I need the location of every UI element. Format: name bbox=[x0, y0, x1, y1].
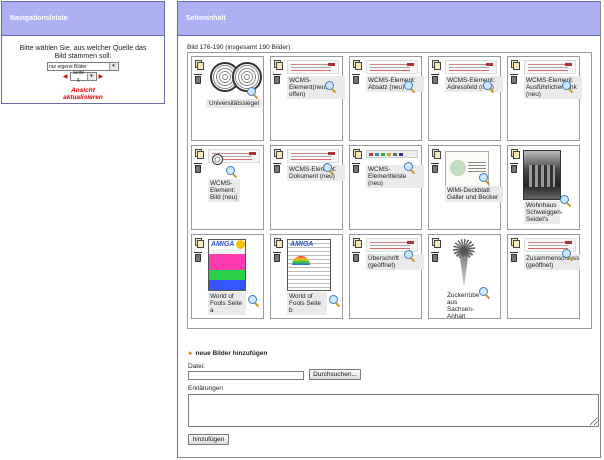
content-title: Seiteninhalt bbox=[178, 2, 600, 36]
image-caption: WCMS-Element: Dokument (neu) bbox=[287, 165, 345, 181]
chevron-down-icon: ▾ bbox=[109, 63, 117, 70]
navigation-title: Navigationsleiste bbox=[2, 2, 164, 36]
trash-icon[interactable] bbox=[273, 74, 281, 84]
refresh-view-link[interactable]: Ansicht aktualisieren bbox=[2, 87, 164, 101]
copy-icon[interactable] bbox=[274, 60, 283, 70]
next-page-icon[interactable]: ▶ bbox=[99, 73, 104, 81]
image-cell: WiMi-Deckblatt Galler und Becker bbox=[428, 145, 503, 230]
zoom-icon[interactable] bbox=[404, 250, 416, 263]
trash-icon[interactable] bbox=[352, 163, 360, 173]
zoom-icon[interactable] bbox=[404, 162, 416, 175]
zoom-icon[interactable] bbox=[560, 195, 572, 208]
file-label: Datei: bbox=[188, 363, 205, 370]
previous-page-icon[interactable]: ◀ bbox=[63, 73, 68, 81]
trash-icon[interactable] bbox=[431, 74, 439, 84]
zoom-icon[interactable] bbox=[323, 163, 335, 176]
magazine-page-thumbnail[interactable]: AMIGA bbox=[287, 239, 331, 291]
copy-icon[interactable] bbox=[511, 60, 520, 70]
zoom-icon[interactable] bbox=[247, 87, 259, 100]
notes-textarea[interactable] bbox=[188, 394, 599, 427]
document-thumbnail[interactable] bbox=[366, 60, 418, 74]
trash-icon[interactable] bbox=[510, 252, 518, 262]
bullet-arrow-icon: ▸ bbox=[189, 350, 193, 357]
image-cell: Zuckerrübe aus Sachsen-Anhalt bbox=[428, 234, 501, 320]
trash-icon[interactable] bbox=[194, 163, 202, 173]
trash-icon[interactable] bbox=[194, 74, 202, 84]
image-cell: WCMS-Element: Ausführlicher Link (neu) bbox=[507, 56, 582, 141]
notes-label: Erklärungen bbox=[188, 385, 224, 392]
copy-icon[interactable] bbox=[195, 149, 204, 159]
page-select[interactable]: Seite 6 ▾ bbox=[69, 70, 97, 84]
document-thumbnail[interactable] bbox=[524, 60, 576, 74]
bild-element-thumbnail[interactable] bbox=[212, 154, 223, 165]
zoom-icon[interactable] bbox=[329, 295, 341, 308]
image-cell: WCMS-Element: Bild (neu) bbox=[191, 145, 264, 230]
image-cell: AMIGA World of Fools Seite a bbox=[191, 234, 264, 319]
add-button[interactable]: hinzufügen bbox=[188, 434, 229, 445]
image-caption: WiMi-Deckblatt Galler und Becker bbox=[445, 186, 503, 202]
image-cell: Zusammenschluss (geöffnet) bbox=[507, 234, 580, 319]
copy-icon[interactable] bbox=[353, 149, 362, 159]
browse-button[interactable]: Durchsuchen... bbox=[309, 369, 361, 380]
image-caption: WCMS-Element: Bild (neu) bbox=[208, 179, 240, 202]
trash-icon[interactable] bbox=[273, 252, 281, 262]
zoom-icon[interactable] bbox=[562, 81, 574, 94]
elementleiste-thumbnail[interactable] bbox=[366, 150, 418, 158]
copy-icon[interactable] bbox=[511, 238, 520, 248]
document-thumbnail[interactable] bbox=[287, 149, 339, 163]
image-caption: Wohnhaus Schweiggen-Seidel's bbox=[524, 201, 563, 224]
copy-icon[interactable] bbox=[353, 60, 362, 70]
image-cell: WCMS-Element(neu, offen) bbox=[270, 56, 345, 141]
image-caption: Universitätssiegel bbox=[206, 99, 262, 108]
trash-icon[interactable] bbox=[194, 252, 202, 262]
copy-icon[interactable] bbox=[274, 149, 283, 159]
trash-icon[interactable] bbox=[273, 163, 281, 173]
copy-icon[interactable] bbox=[353, 238, 362, 248]
image-grid: Universitätssiegel WCMS-Element(neu, off… bbox=[187, 52, 592, 329]
magazine-cover-thumbnail[interactable]: AMIGA bbox=[208, 239, 246, 291]
file-path-input[interactable] bbox=[188, 371, 304, 380]
zoom-icon[interactable] bbox=[404, 81, 416, 94]
trash-icon[interactable] bbox=[510, 163, 518, 173]
copy-icon[interactable] bbox=[274, 238, 283, 248]
copy-icon[interactable] bbox=[432, 149, 441, 159]
zoom-icon[interactable] bbox=[483, 81, 495, 94]
image-cell: WCMS-Element: Dokument (neu) bbox=[270, 145, 345, 230]
image-cell: WCMS-Element: Adressfeld (neu) bbox=[428, 56, 503, 141]
image-caption: Zuckerrübe aus Sachsen-Anhalt bbox=[447, 292, 480, 320]
trash-icon[interactable] bbox=[352, 74, 360, 84]
image-caption: World of Fools Seite b bbox=[287, 292, 327, 315]
image-cell: Wohnhaus Schweiggen-Seidel's bbox=[507, 145, 580, 230]
zoom-icon[interactable] bbox=[226, 166, 238, 179]
copy-icon[interactable] bbox=[195, 60, 204, 70]
source-prompt: Bitte wählen Sie, aus welcher Quelle das… bbox=[19, 45, 147, 60]
copy-icon[interactable] bbox=[511, 149, 520, 159]
trash-icon[interactable] bbox=[352, 252, 360, 262]
copy-icon[interactable] bbox=[195, 238, 204, 248]
trash-icon[interactable] bbox=[431, 163, 439, 173]
image-caption: World of Fools Seite a bbox=[208, 292, 246, 315]
new-images-heading: ▸ neue Bilder hinzufügen bbox=[189, 349, 268, 358]
image-cell: AMIGA World of Fools Seite b bbox=[270, 234, 343, 319]
chevron-down-icon: ▾ bbox=[87, 73, 95, 80]
zoom-icon[interactable] bbox=[248, 295, 260, 308]
trash-icon[interactable] bbox=[431, 252, 439, 262]
image-count: Bild 176-190 (insgesamt 190 Bilder) bbox=[187, 44, 291, 51]
image-cell: Überschrift (geöffnet) bbox=[349, 234, 424, 319]
copy-icon[interactable] bbox=[432, 238, 441, 248]
image-cell: WCMS-Element: Absatz (neu) bbox=[349, 56, 424, 141]
content-panel: Seiteninhalt Bild 176-190 (insgesamt 190… bbox=[177, 1, 601, 458]
zoom-icon[interactable] bbox=[562, 249, 574, 262]
navigation-panel: Navigationsleiste Bitte wählen Sie, aus … bbox=[1, 1, 165, 104]
zoom-icon[interactable] bbox=[325, 81, 337, 94]
zoom-icon[interactable] bbox=[479, 173, 491, 186]
document-thumbnail[interactable] bbox=[287, 60, 339, 74]
trash-icon[interactable] bbox=[510, 74, 518, 84]
sugar-beet-thumbnail[interactable] bbox=[443, 239, 485, 287]
building-photo-thumbnail[interactable] bbox=[523, 150, 561, 200]
document-thumbnail[interactable] bbox=[445, 60, 497, 74]
copy-icon[interactable] bbox=[432, 60, 441, 70]
image-cell: Universitätssiegel bbox=[191, 56, 264, 141]
image-cell: WCMS-Elementleiste (neu) bbox=[349, 145, 424, 230]
